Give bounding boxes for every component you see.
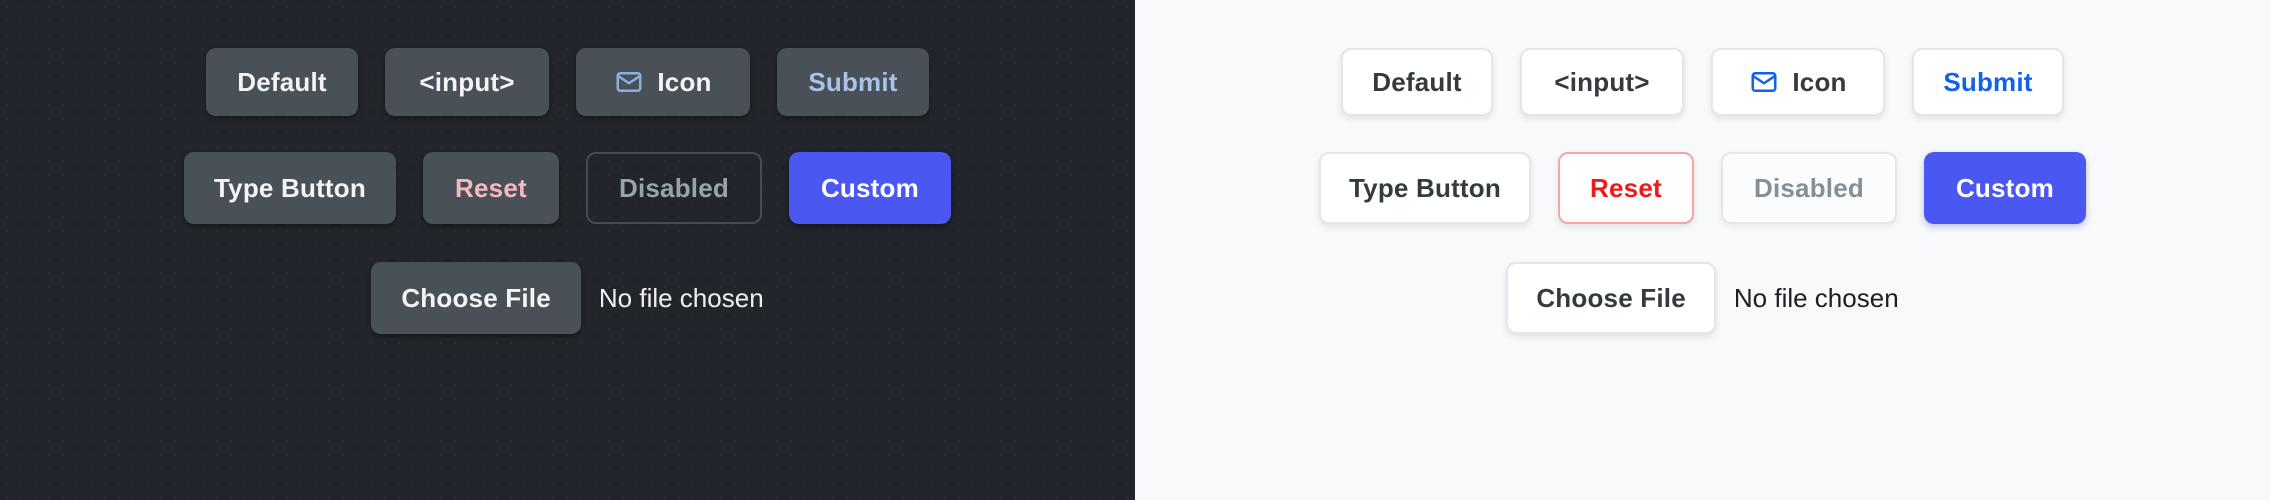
- button-showcase: Default <input> Icon Submit Type Button Reset…: [0, 0, 2270, 500]
- choose-file-button[interactable]: Choose File: [1506, 262, 1716, 334]
- button-type-button[interactable]: Type Button: [184, 152, 396, 224]
- button-row-file-input: Choose File No file chosen: [1135, 262, 2270, 334]
- button-label: Custom: [820, 173, 919, 203]
- button-label: <input>: [419, 67, 515, 97]
- button-icon[interactable]: Icon: [1711, 48, 1885, 116]
- panel-dark: Default <input> Icon Submit Type Button Reset…: [0, 0, 1135, 500]
- button-label: Icon: [657, 67, 712, 97]
- button-input[interactable]: <input>: [385, 48, 549, 116]
- choose-file-label: Choose File: [1536, 283, 1686, 313]
- mail-icon: [1751, 72, 1777, 92]
- button-disabled: Disabled: [585, 152, 762, 224]
- button-label: Default: [237, 67, 327, 97]
- button-label: Custom: [1955, 173, 2054, 203]
- button-input[interactable]: <input>: [1520, 48, 1684, 116]
- button-label: Type Button: [1349, 173, 1501, 203]
- button-label: Disabled: [1753, 173, 1864, 203]
- file-status-text: No file chosen: [598, 283, 764, 313]
- button-row-file-input: Choose File No file chosen: [0, 262, 1135, 334]
- button-disabled: Disabled: [1720, 152, 1897, 224]
- choose-file-button[interactable]: Choose File: [371, 262, 581, 334]
- button-type-button[interactable]: Type Button: [1319, 152, 1531, 224]
- file-status-text: No file chosen: [1733, 283, 1899, 313]
- button-custom[interactable]: Custom: [1923, 152, 2086, 224]
- button-label: Submit: [808, 67, 898, 97]
- button-label: Type Button: [214, 173, 366, 203]
- choose-file-label: Choose File: [401, 283, 551, 313]
- button-custom[interactable]: Custom: [788, 152, 951, 224]
- button-submit[interactable]: Submit: [1912, 48, 2064, 116]
- button-label: Reset: [1590, 173, 1662, 203]
- panel-light: Default <input> Icon Submit Type Button Reset…: [1135, 0, 2270, 500]
- button-label: Submit: [1943, 67, 2033, 97]
- file-input[interactable]: Choose File No file chosen: [1506, 262, 1899, 334]
- button-default[interactable]: Default: [1341, 48, 1493, 116]
- button-label: Default: [1372, 67, 1462, 97]
- button-reset[interactable]: Reset: [422, 152, 559, 224]
- mail-icon: [616, 72, 642, 92]
- button-label: <input>: [1554, 67, 1650, 97]
- button-label: Reset: [455, 173, 527, 203]
- button-row-type-variants: Type Button Reset Disabled Custom: [0, 152, 1135, 224]
- file-input[interactable]: Choose File No file chosen: [371, 262, 764, 334]
- button-submit[interactable]: Submit: [777, 48, 929, 116]
- button-reset[interactable]: Reset: [1557, 152, 1694, 224]
- button-default[interactable]: Default: [206, 48, 358, 116]
- button-label: Icon: [1792, 67, 1847, 97]
- button-row-primary-variants: Default <input> Icon Submit: [0, 48, 1135, 116]
- button-label: Disabled: [618, 173, 729, 203]
- button-icon[interactable]: Icon: [576, 48, 750, 116]
- button-row-primary-variants: Default <input> Icon Submit: [1135, 48, 2270, 116]
- button-row-type-variants: Type Button Reset Disabled Custom: [1135, 152, 2270, 224]
